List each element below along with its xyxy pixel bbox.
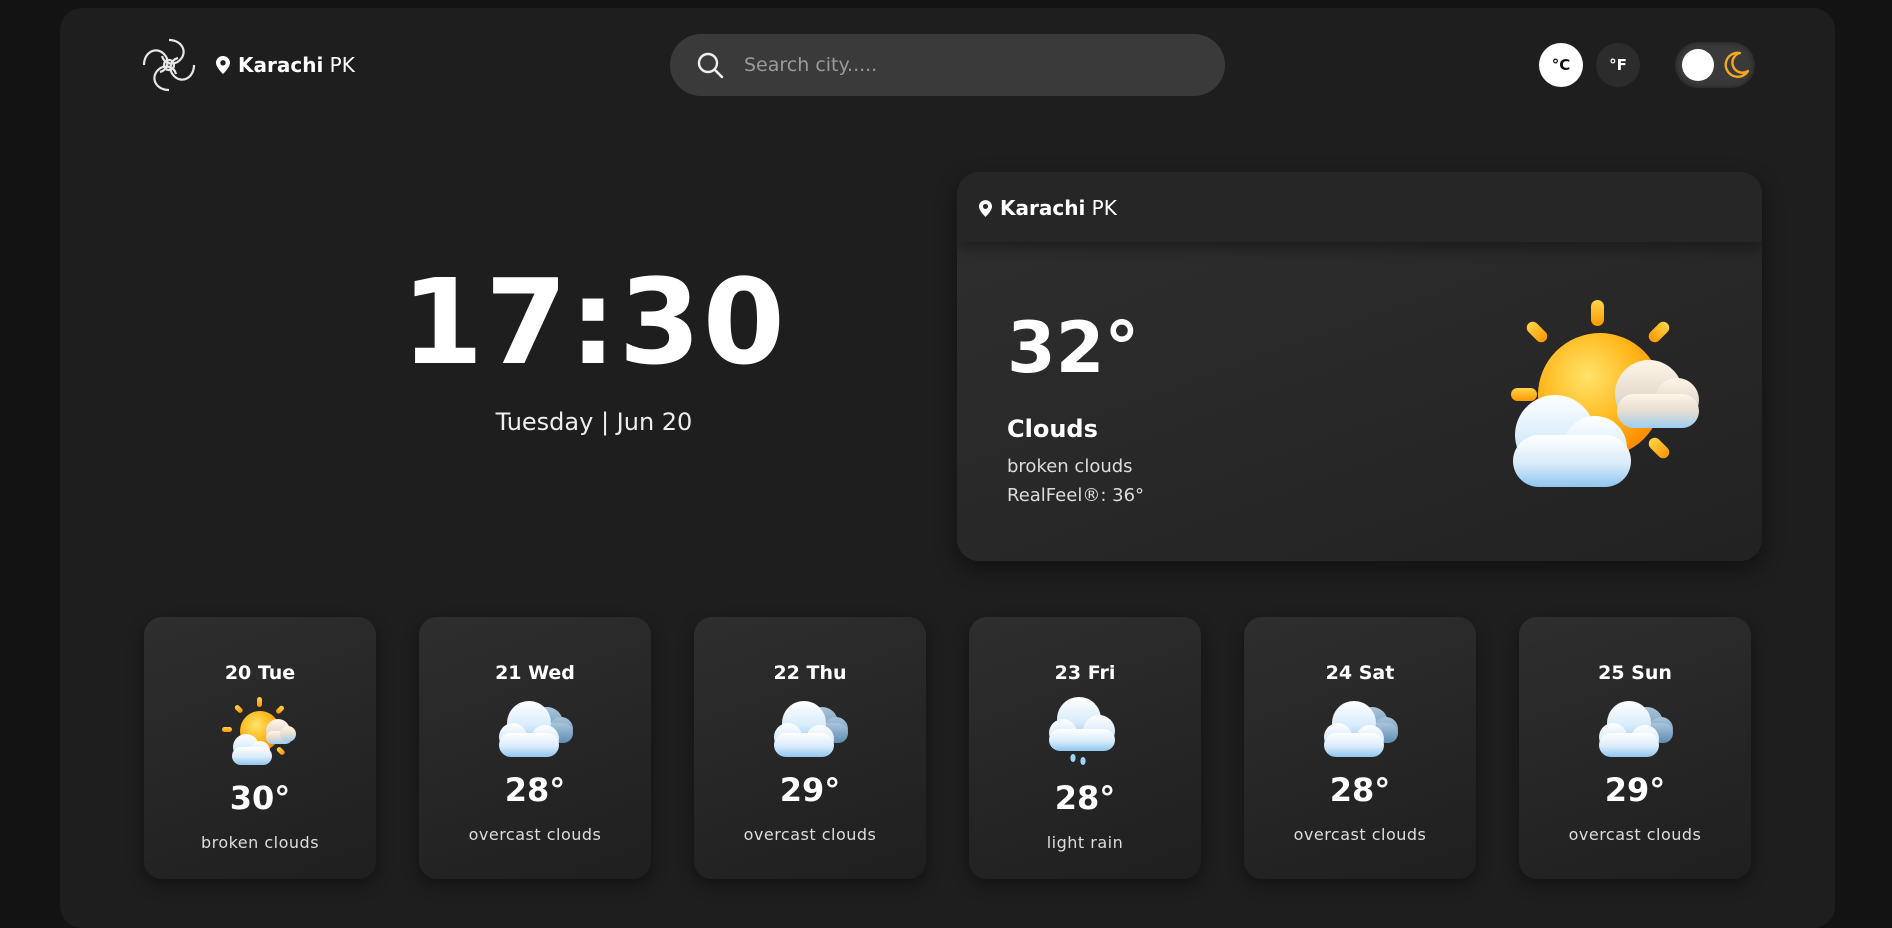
rain-cloud-icon (1049, 697, 1115, 765)
moon-icon (1724, 51, 1750, 78)
clouds-icon (774, 701, 848, 757)
realfeel-label: RealFeel®: (1007, 485, 1107, 506)
location-pin-icon (216, 56, 230, 74)
forecast-card-2: 22 Thu 29° overcast clouds (694, 617, 926, 879)
card-header: Karachi PK (957, 172, 1762, 242)
realfeel-value: 36° (1112, 485, 1145, 506)
forecast-temp: 28° (504, 771, 566, 809)
logo-icon (142, 38, 196, 92)
forecast-day: 20 Tue (224, 662, 296, 684)
search-icon[interactable] (696, 51, 724, 79)
sun-behind-clouds-icon (222, 697, 296, 765)
card-country: PK (1091, 196, 1117, 220)
header-city: Karachi (238, 53, 324, 77)
clouds-icon (499, 701, 573, 757)
forecast-day: 23 Fri (1054, 662, 1116, 684)
forecast-desc: light rain (1046, 833, 1124, 852)
current-description: broken clouds (1007, 456, 1133, 477)
forecast-temp: 30° (229, 779, 291, 817)
app-panel: Karachi PK °C °F 17:30 Tuesday | Jun 20 … (60, 8, 1835, 928)
clouds-icon (1324, 701, 1398, 757)
forecast-card-3: 23 Fri 28° light rain (969, 617, 1201, 879)
header-country: PK (329, 53, 355, 77)
forecast-card-0: 20 Tue 30° broken clouds (144, 617, 376, 879)
forecast-day: 25 Sun (1598, 662, 1672, 684)
theme-toggle[interactable] (1675, 42, 1755, 88)
realfeel: RealFeel®: 36° (1007, 485, 1144, 506)
fahrenheit-button[interactable]: °F (1596, 43, 1640, 87)
clock-date: Tuesday | Jun 20 (495, 408, 693, 436)
forecast-desc: overcast clouds (743, 825, 877, 844)
forecast-desc: broken clouds (200, 833, 320, 852)
current-temperature: 32° (1007, 307, 1140, 389)
forecast-card-1: 21 Wed 28° overcast clouds (419, 617, 651, 879)
card-city: Karachi (1000, 196, 1086, 220)
search-input[interactable] (744, 54, 1184, 76)
current-condition: Clouds (1007, 415, 1098, 443)
location-pin-icon (979, 199, 992, 217)
toggle-knob[interactable] (1682, 49, 1714, 81)
forecast-temp: 28° (1054, 779, 1116, 817)
forecast-day: 22 Thu (773, 662, 847, 684)
forecast-desc: overcast clouds (1293, 825, 1427, 844)
forecast-day: 21 Wed (495, 662, 575, 684)
header-location: Karachi PK (216, 53, 355, 77)
card-location: Karachi PK (979, 196, 1117, 220)
clock-time: 17:30 (401, 253, 787, 391)
celsius-button[interactable]: °C (1539, 43, 1583, 87)
sun-behind-clouds-icon (1511, 300, 1699, 487)
current-weather-card: Karachi PK 32° Clouds broken clouds Real… (957, 172, 1762, 561)
forecast-desc: overcast clouds (1568, 825, 1702, 844)
search-bar[interactable] (670, 34, 1225, 96)
forecast-temp: 29° (779, 771, 841, 809)
forecast-card-4: 24 Sat 28° overcast clouds (1244, 617, 1476, 879)
forecast-temp: 29° (1604, 771, 1666, 809)
forecast-day: 24 Sat (1325, 662, 1395, 684)
forecast-temp: 28° (1329, 771, 1391, 809)
forecast-card-5: 25 Sun 29° overcast clouds (1519, 617, 1751, 879)
clouds-icon (1599, 701, 1673, 757)
forecast-desc: overcast clouds (468, 825, 602, 844)
